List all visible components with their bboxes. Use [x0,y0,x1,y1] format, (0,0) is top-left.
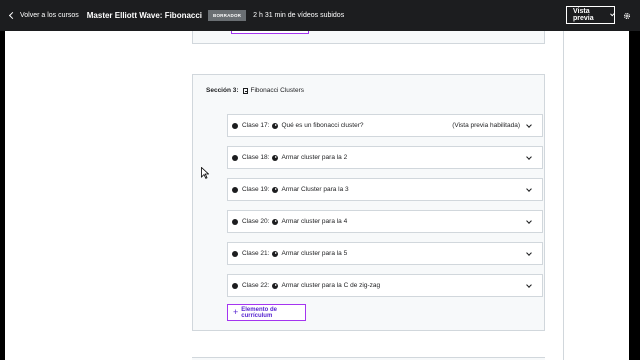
chevron-down-icon[interactable] [526,122,532,128]
check-circle-icon [232,154,238,161]
check-circle-icon [232,122,238,129]
play-circle-icon [272,218,279,225]
plus-icon: + [233,307,239,317]
section-header: Sección 3: Fibonacci Clusters [206,87,304,94]
lecture-title: Qué es un fibonacci cluster? [281,122,364,129]
chevron-down-icon[interactable] [526,250,532,256]
chevron-down-icon [609,11,615,17]
chevron-down-icon[interactable] [526,154,532,160]
play-circle-icon [272,282,279,289]
back-label: Volver a los cursos [20,12,79,19]
lecture-item[interactable]: Clase 19: Armar Cluster para la 3 [227,178,543,201]
uploaded-video-info: 2 h 31 min de vídeos subidos [253,12,345,19]
preview-dropdown-button[interactable]: Vista previa [566,6,615,24]
content-divider [563,31,564,360]
lecture-number: Clase 22: [242,282,270,289]
lecture-title: Armar cluster para la 2 [281,154,348,161]
play-circle-icon [272,186,279,193]
lecture-title: Armar cluster para la 5 [281,250,348,257]
lecture-item[interactable]: Clase 17: Qué es un fibonacci cluster? (… [227,114,543,137]
section-number: Sección 3: [206,87,239,94]
add-curriculum-item-button[interactable]: + Elemento de currículum [227,304,306,321]
chevron-left-icon [8,11,17,20]
preview-label: Vista previa [573,8,594,22]
course-title: Master Elliott Wave: Fibonacci [86,11,203,20]
previous-section [192,31,545,44]
play-circle-icon [272,122,279,129]
play-circle-icon [272,250,279,257]
lecture-number: Clase 19: [242,186,270,193]
lecture-number: Clase 17: [242,122,270,129]
chevron-down-icon[interactable] [526,218,532,224]
lecture-title: Armar cluster para la C de zig-zag [281,282,381,289]
check-circle-icon [232,250,238,257]
lecture-item[interactable]: Clase 21: Armar cluster para la 5 [227,242,543,265]
lecture-title: Armar Cluster para la 3 [281,186,349,193]
check-circle-icon [232,282,238,289]
lecture-number: Clase 21: [242,250,270,257]
lecture-number: Clase 18: [242,154,270,161]
play-circle-icon [272,154,279,161]
curriculum-content: Sección 3: Fibonacci Clusters Clase 17: … [5,31,629,360]
lecture-item[interactable]: Clase 22: Armar cluster para la C de zig… [227,274,543,297]
section-3: Sección 3: Fibonacci Clusters Clase 17: … [192,74,545,331]
lecture-item[interactable]: Clase 18: Armar cluster para la 2 [227,146,543,169]
check-circle-icon [232,218,238,225]
section-title: Fibonacci Clusters [250,87,304,94]
chevron-down-icon[interactable] [526,282,532,288]
mouse-cursor-icon [201,167,209,179]
status-badge: BORRADOR [208,10,247,21]
lecture-title: Armar cluster para la 4 [281,218,348,225]
back-to-courses-link[interactable]: Volver a los cursos [8,11,79,20]
gear-icon[interactable] [623,12,631,20]
lecture-item[interactable]: Clase 20: Armar cluster para la 4 [227,210,543,233]
add-curriculum-item-label: Elemento de currículum [241,306,277,319]
preview-enabled-tag: (Vista previa habilitada) [452,122,520,129]
document-icon [242,87,248,94]
previous-section-add-button[interactable] [231,31,309,34]
chevron-down-icon[interactable] [526,186,532,192]
check-circle-icon [232,186,238,193]
top-bar: Volver a los cursos Master Elliott Wave:… [0,0,640,31]
lecture-number: Clase 20: [242,218,270,225]
